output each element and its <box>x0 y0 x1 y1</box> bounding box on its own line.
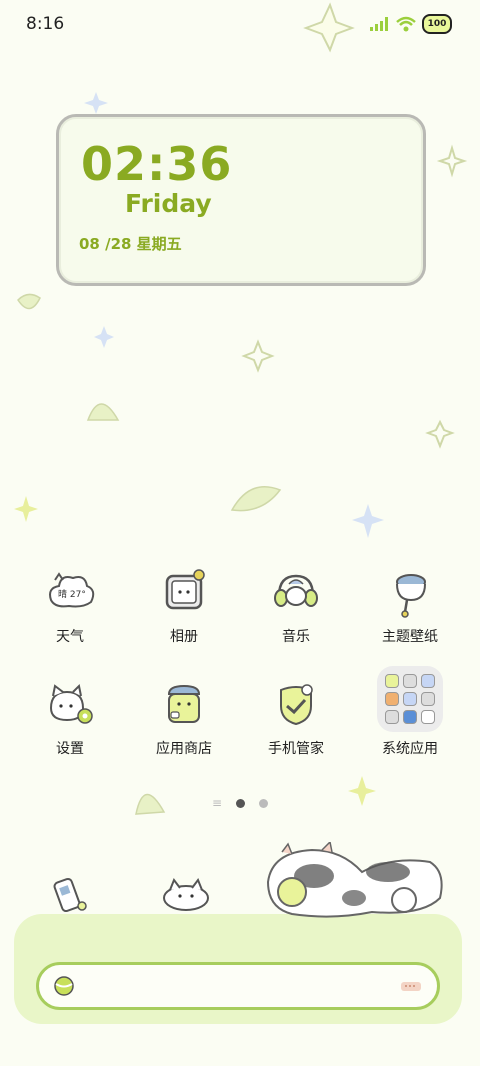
security-shield-icon <box>280 684 313 726</box>
app-label-phone-manager: 手机管家 <box>268 741 324 757</box>
app-settings[interactable]: 设置 <box>22 678 118 758</box>
weather-badge-text: 晴 27° <box>58 588 86 600</box>
app-label-theme: 主题壁纸 <box>382 629 438 645</box>
settings-cat-icon <box>49 683 93 724</box>
clock-widget[interactable]: 02:36 Friday 08 /28 星期五 <box>56 114 426 286</box>
app-label-weather: 天气 <box>56 629 84 645</box>
app-label-store: 应用商店 <box>156 741 212 757</box>
clock-date: 08 /28 星期五 <box>79 235 182 253</box>
battery-indicator: 100 <box>422 14 452 34</box>
system-apps-folder-icon <box>377 666 443 732</box>
messages-cat-icon[interactable] <box>160 874 212 914</box>
weather-cloud-icon: 晴 27° <box>49 572 95 608</box>
theme-paint-icon <box>396 574 426 618</box>
app-phone-manager[interactable]: 手机管家 <box>248 678 344 758</box>
voice-search-icon[interactable] <box>399 977 423 995</box>
signal-icon <box>370 17 388 31</box>
clock-time: 02:36 <box>81 137 233 191</box>
cow-illustration <box>266 842 443 918</box>
app-music[interactable]: 音乐 <box>248 566 344 646</box>
app-label-system-folder: 系统应用 <box>382 741 438 757</box>
search-bar[interactable] <box>36 962 440 1010</box>
app-label-gallery: 相册 <box>170 629 198 645</box>
app-gallery[interactable]: 相册 <box>136 566 232 646</box>
app-label-music: 音乐 <box>282 629 310 645</box>
app-theme[interactable]: 主题壁纸 <box>362 566 458 646</box>
clock-day: Friday <box>125 189 212 218</box>
status-bar: 8:16 100 <box>0 0 480 50</box>
app-store-bag-icon <box>167 684 201 723</box>
page-dot-1[interactable] <box>236 798 246 808</box>
page-dot-2[interactable] <box>259 798 269 808</box>
phone-handset-icon[interactable] <box>50 872 90 916</box>
app-weather[interactable]: 晴 27° 天气 <box>22 566 118 646</box>
search-ball-icon <box>54 976 74 996</box>
gallery-cat-icon <box>165 569 205 610</box>
page-indicator[interactable]: ≡ <box>212 796 269 810</box>
app-label-settings: 设置 <box>56 741 84 757</box>
app-store[interactable]: 应用商店 <box>136 678 232 758</box>
wifi-icon <box>396 16 416 32</box>
page-list-icon: ≡ <box>212 796 223 810</box>
music-headphones-icon <box>274 574 318 607</box>
app-system-folder[interactable]: 系统应用 <box>362 666 458 758</box>
status-time: 8:16 <box>26 14 65 34</box>
status-icons: 100 <box>370 14 452 34</box>
